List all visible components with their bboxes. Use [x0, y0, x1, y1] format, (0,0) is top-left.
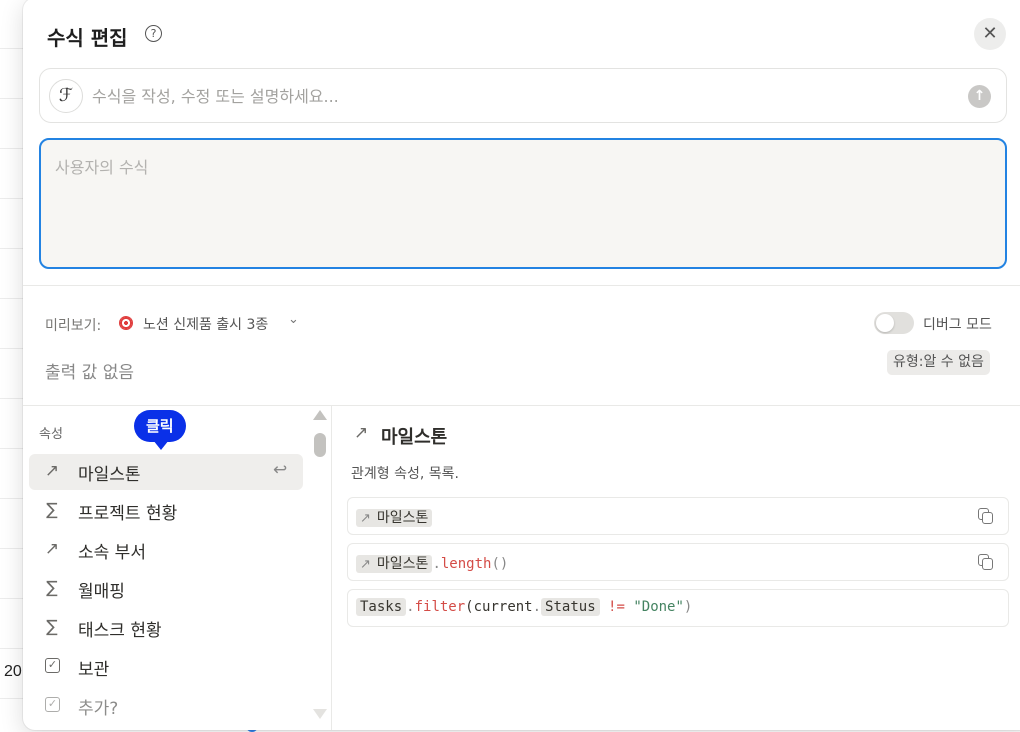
detail-title: 마일스톤 — [381, 427, 448, 448]
divider — [23, 285, 1020, 286]
copy-icon[interactable] — [978, 508, 993, 524]
send-arrow-icon[interactable]: ↑ — [968, 85, 991, 108]
relation-arrow-icon: ↗ — [44, 539, 60, 559]
property-label: 소속 부서 — [78, 543, 146, 563]
vertical-divider — [331, 405, 332, 730]
bg-year-text: 20 — [4, 663, 22, 680]
formula-editor-dialog: 수식 편집 ? ✕ ℱ ↑ 미리보기: 노션 신제품 출시 3종 ⌄ 디버그 모… — [23, 0, 1020, 730]
property-chip: ↗ 마일스톤 — [356, 555, 433, 573]
property-item-milestone[interactable]: ↗ 마일스톤 ↩ — [29, 454, 303, 490]
dialog-title: 수식 편집 — [47, 26, 128, 50]
scroll-up-arrow-icon[interactable] — [313, 410, 327, 420]
property-chip: ↗ 마일스톤 — [356, 509, 433, 527]
property-chip: Tasks — [356, 598, 407, 616]
question-circle-icon[interactable]: ? — [145, 25, 162, 42]
target-emoji-icon — [119, 316, 133, 330]
example-code: ↗ 마일스톤 — [356, 507, 433, 527]
divider — [23, 405, 1020, 406]
preview-label: 미리보기: — [45, 318, 102, 334]
ai-prompt-input[interactable] — [92, 84, 952, 108]
property-label: 마일스톤 — [78, 465, 141, 485]
example-code: ↗ 마일스톤 .length() — [356, 553, 508, 573]
preview-page-selector[interactable]: 노션 신제품 출시 3종 — [143, 314, 268, 334]
property-chip: Status — [541, 598, 600, 616]
sigma-icon: ∑ — [46, 578, 58, 598]
property-label: 추가? — [78, 699, 119, 719]
chevron-down-icon[interactable]: ⌄ — [288, 312, 299, 327]
copy-icon[interactable] — [978, 554, 993, 570]
formula-editor — [39, 138, 1007, 269]
scroll-thumb[interactable] — [314, 433, 326, 457]
list-scrollbar[interactable] — [313, 410, 327, 720]
example-code: Tasks .filter(current. Status != "Done") — [356, 598, 692, 616]
property-item-add[interactable]: ✓ 추가? — [29, 688, 303, 724]
close-icon: ✕ — [982, 23, 998, 44]
debug-mode-label: 디버그 모드 — [923, 317, 992, 333]
property-item-archive[interactable]: ✓ 보관 — [29, 649, 303, 685]
scroll-down-arrow-icon[interactable] — [313, 709, 327, 719]
property-label: 보관 — [78, 660, 110, 680]
property-item-department[interactable]: ↗ 소속 부서 — [29, 532, 303, 568]
ai-prompt-bar: ℱ ↑ — [39, 68, 1007, 123]
type-badge: 유형:알 수 없음 — [887, 350, 990, 375]
toggle-knob — [876, 314, 894, 332]
example-snippet[interactable]: Tasks .filter(current. Status != "Done") — [347, 589, 1009, 627]
property-label: 태스크 현황 — [78, 621, 162, 641]
property-label: 월매핑 — [78, 582, 125, 602]
ai-avatar-icon[interactable]: ℱ — [49, 79, 83, 113]
property-label: 프로젝트 현황 — [78, 504, 178, 524]
relation-arrow-icon: ↗ — [360, 511, 371, 526]
formula-input[interactable] — [55, 154, 985, 254]
relation-arrow-icon: ↗ — [354, 423, 369, 443]
example-snippet[interactable]: ↗ 마일스톤 — [347, 497, 1009, 535]
click-tooltip-tail — [153, 440, 169, 450]
sigma-icon: ∑ — [46, 617, 58, 637]
output-value: 출력 값 없음 — [45, 363, 135, 383]
relation-arrow-icon: ↗ — [360, 557, 371, 572]
properties-header: 속성 — [39, 427, 63, 442]
property-item-task-status[interactable]: ∑ 태스크 현황 — [29, 610, 303, 646]
property-item-project-status[interactable]: ∑ 프로젝트 현황 — [29, 493, 303, 529]
sigma-icon: ∑ — [46, 500, 58, 520]
checkbox-icon: ✓ — [45, 697, 60, 712]
enter-icon: ↩ — [273, 460, 288, 480]
relation-arrow-icon: ↗ — [44, 461, 60, 481]
detail-description: 관계형 속성, 목록. — [351, 466, 459, 482]
example-snippet[interactable]: ↗ 마일스톤 .length() — [347, 543, 1009, 581]
checkbox-icon: ✓ — [45, 658, 60, 673]
click-tooltip: 클릭 — [134, 410, 186, 442]
debug-mode-toggle[interactable] — [874, 312, 914, 334]
property-item-month-mapping[interactable]: ∑ 월매핑 — [29, 571, 303, 607]
close-button[interactable]: ✕ — [974, 18, 1006, 50]
